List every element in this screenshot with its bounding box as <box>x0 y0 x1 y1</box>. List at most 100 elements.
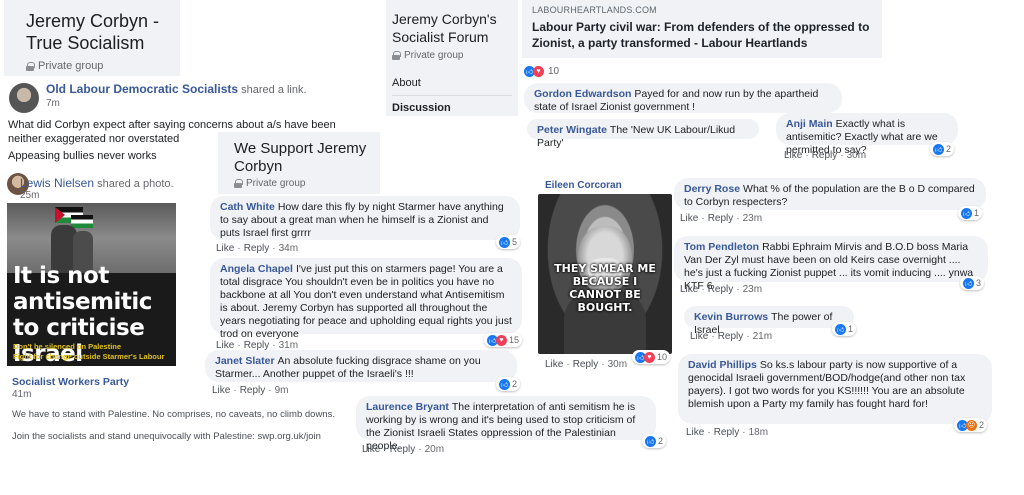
lock-icon <box>392 51 401 60</box>
love-reaction-icon: ♥ <box>644 351 655 363</box>
post-text: We have to stand with Palestine. No comp… <box>12 409 335 420</box>
comment-bubble: Gordon Edwardson Payed for and now run by… <box>524 83 842 113</box>
photo-caption: THEY SMEAR ME BECAUSE I CANNOT BE BOUGHT… <box>554 262 656 314</box>
like-reaction-icon: 👍︎ <box>933 143 944 155</box>
nav-divider <box>392 95 512 96</box>
org-name[interactable]: Socialist Workers Party <box>12 376 129 388</box>
comment-time[interactable]: 30m <box>608 359 627 370</box>
comment-actions: Like · Reply · 21m <box>690 331 773 342</box>
reaction-count[interactable]: 👍︎ ☹ 2 <box>954 418 988 432</box>
reply-button[interactable]: Reply <box>718 331 744 342</box>
comment-author[interactable]: Peter Wingate <box>537 124 607 136</box>
comment-actions: Like · Reply · 18m <box>686 427 769 438</box>
group-title[interactable]: We Support Jeremy Corbyn <box>234 140 374 176</box>
like-button[interactable]: Like <box>686 427 704 438</box>
like-reaction-icon: 👍︎ <box>835 323 846 335</box>
comment-author[interactable]: Tom Pendleton <box>684 241 759 253</box>
like-button[interactable]: Like <box>362 444 380 455</box>
comment-time[interactable]: 20m <box>425 444 444 455</box>
reaction-count[interactable]: 👍︎ 5 <box>496 235 521 249</box>
comment-bubble: Kevin Burrows The power of Israel <box>684 306 854 336</box>
reply-button[interactable]: Reply <box>708 284 734 295</box>
like-reaction-icon: 👍︎ <box>961 207 972 219</box>
comment-author[interactable]: Laurence Bryant <box>366 401 449 413</box>
comment-bubble: Peter Wingate The 'New UK Labour/Likud Pa… <box>527 119 759 149</box>
post-action: shared a photo. <box>97 178 174 190</box>
reaction-count[interactable]: 👍︎ ♥ 15 <box>484 333 523 347</box>
group-header-socialist-forum: Jeremy Corbyn's Socialist Forum Private … <box>386 0 518 116</box>
reply-button[interactable]: Reply <box>244 243 270 254</box>
like-button[interactable]: Like <box>680 213 698 224</box>
reply-button[interactable]: Reply <box>573 359 599 370</box>
reply-button[interactable]: Reply <box>714 427 740 438</box>
comment-author[interactable]: Gordon Edwardson <box>534 88 631 100</box>
comment-actions: Like · Reply · 30m <box>784 150 867 161</box>
group-title[interactable]: Jeremy Corbyn - True Socialism <box>26 10 176 54</box>
avatar[interactable] <box>9 83 39 113</box>
reaction-count[interactable]: 👍︎ 2 <box>496 377 521 391</box>
reply-button[interactable]: Reply <box>240 385 266 396</box>
corbyn-photo[interactable]: THEY SMEAR ME BECAUSE I CANNOT BE BOUGHT… <box>538 194 672 354</box>
nav-discussion[interactable]: Discussion <box>392 102 518 114</box>
reaction-count[interactable]: 👍︎ 1 <box>832 322 857 336</box>
comment-author[interactable]: Kevin Burrows <box>694 311 768 323</box>
comment-bubble: David Phillips So ks.s labour party is no… <box>678 354 992 424</box>
comment-bubble: Janet Slater An absolute fucking disgrace… <box>205 350 517 382</box>
comment-time[interactable]: 18m <box>749 427 768 438</box>
reply-button[interactable]: Reply <box>708 213 734 224</box>
reply-button[interactable]: Reply <box>812 150 838 161</box>
reaction-count[interactable]: 👍︎ 2 <box>642 434 667 448</box>
post-time[interactable]: 7m <box>46 98 60 109</box>
comment-bubble: Cath White How dare this fly by night Sta… <box>210 196 520 240</box>
comment-author[interactable]: David Phillips <box>688 359 757 371</box>
reaction-count[interactable]: 👍︎ 3 <box>960 276 985 290</box>
comment-bubble: Angela Chapel I've just put this on starm… <box>210 258 522 340</box>
like-reaction-icon: 👍︎ <box>963 277 974 289</box>
comment-author[interactable]: Derry Rose <box>684 183 740 195</box>
lock-icon <box>234 179 243 188</box>
comment-time[interactable]: 34m <box>279 243 298 254</box>
reply-button[interactable]: Reply <box>390 444 416 455</box>
image-post-actions: Like · Reply · 30m <box>545 359 628 370</box>
org-time[interactable]: 41m <box>12 389 31 400</box>
comment-bubble: Anji Main Exactly what is antisemitic? Ex… <box>776 113 958 156</box>
comment-time[interactable]: 9m <box>275 385 289 396</box>
like-button[interactable]: Like <box>216 243 234 254</box>
post-author[interactable]: Lewis Nielsen <box>20 176 94 190</box>
privacy-label: Private group <box>26 60 180 72</box>
like-button[interactable]: Like <box>784 150 802 161</box>
reaction-count[interactable]: 👍︎ ♥ 10 <box>632 350 671 364</box>
comment-actions: Like · Reply · 23m <box>680 284 763 295</box>
comment-bubble: Derry Rose What % of the population are t… <box>674 178 986 210</box>
comment-author[interactable]: Anji Main <box>786 118 833 130</box>
poster-line2: Fight for change outside Starmer's Labou… <box>13 352 165 361</box>
like-reaction-icon: 👍︎ <box>499 378 510 390</box>
angry-reaction-icon: ☹ <box>966 419 977 431</box>
comment-author[interactable]: Angela Chapel <box>220 263 293 275</box>
comment-actions: Like · Reply · 23m <box>680 213 763 224</box>
poster-image[interactable]: It is not antisemitic to criticise Israe… <box>7 203 176 366</box>
comment-time[interactable]: 23m <box>743 213 762 224</box>
like-button[interactable]: Like <box>212 385 230 396</box>
group-header-true-socialism: Jeremy Corbyn - True Socialism Private g… <box>4 0 180 76</box>
link-reactions[interactable]: 👍︎ ♥ 10 <box>524 66 559 77</box>
comment-time[interactable]: 30m <box>847 150 866 161</box>
comment-time[interactable]: 23m <box>743 284 762 295</box>
like-button[interactable]: Like <box>690 331 708 342</box>
post-time[interactable]: 25m <box>20 190 39 201</box>
like-button[interactable]: Like <box>680 284 698 295</box>
reaction-count[interactable]: 👍︎ 1 <box>958 206 983 220</box>
like-button[interactable]: Like <box>545 359 563 370</box>
link-preview-card[interactable]: LABOURHEARTLANDS.COM Labour Party civil … <box>522 0 882 58</box>
like-reaction-icon: 👍︎ <box>499 236 510 248</box>
nav-about[interactable]: About <box>392 77 518 89</box>
image-post-author[interactable]: Eileen Corcoran <box>545 180 622 191</box>
post-author[interactable]: Old Labour Democratic Socialists <box>46 82 238 96</box>
comment-author[interactable]: Janet Slater <box>215 355 275 367</box>
comment-time[interactable]: 21m <box>753 331 772 342</box>
comment-author[interactable]: Cath White <box>220 201 275 213</box>
post-action: shared a link. <box>241 84 307 96</box>
group-title[interactable]: Jeremy Corbyn's Socialist Forum <box>392 10 517 46</box>
reaction-count[interactable]: 👍︎ 2 <box>930 142 955 156</box>
poster-line1: Don't be silenced on Palestine <box>13 342 122 351</box>
